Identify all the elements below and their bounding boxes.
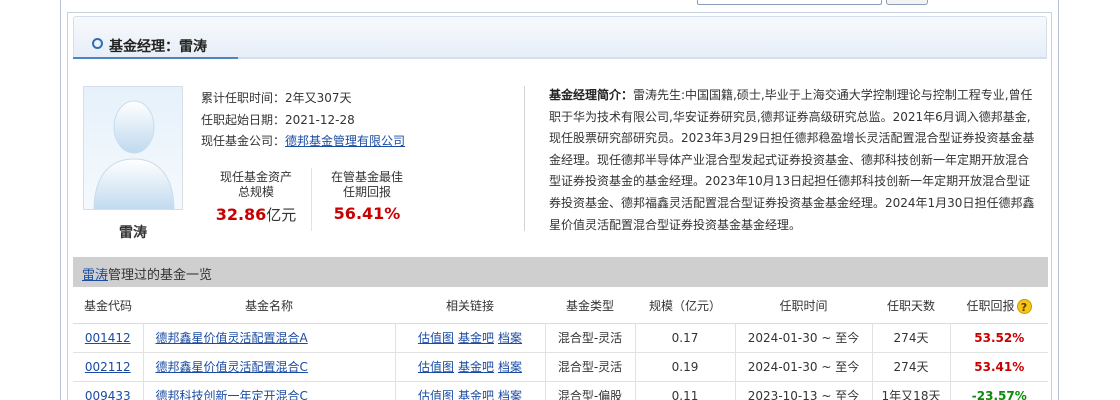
- fund-list-title-suffix: 管理过的基金一览: [108, 268, 213, 283]
- manager-bio: 基金经理简介：雷涛先生:中国国籍,硕士,毕业于上海交通大学控制理论与控制工程专业…: [549, 85, 1039, 236]
- question-help-icon[interactable]: ?: [1016, 299, 1032, 315]
- fund-name-cell: 德邦鑫星价值灵活配置混合A: [143, 323, 396, 353]
- fund-size-cell: 0.19: [635, 352, 736, 382]
- tenure-return-value: 53.41%: [974, 359, 1025, 374]
- fund-forum-link[interactable]: 基金吧: [458, 360, 494, 374]
- best-return-value: 56.41%: [333, 204, 401, 223]
- manager-panel: 基金经理：雷涛 雷涛 累计任职时间：2年又307天 任职起始日期：2021-12…: [67, 12, 1052, 400]
- search-input[interactable]: [697, 0, 882, 5]
- assets-number: 32.86: [215, 205, 267, 224]
- col-header-days[interactable]: 任职天数: [872, 289, 950, 324]
- table-row: 009433 德邦科技创新一年定开混合C 估值图 基金吧 档案 混合型-偏股 0.1…: [73, 381, 1048, 400]
- assets-value: 32.86亿元: [206, 204, 306, 225]
- fund-name-link[interactable]: 德邦科技创新一年定开混合C: [156, 389, 308, 400]
- col-header-type[interactable]: 基金类型: [545, 289, 635, 324]
- fund-profile-link[interactable]: 档案: [498, 331, 522, 345]
- tenure-return-cell: 53.52%: [950, 323, 1048, 353]
- fund-forum-link[interactable]: 基金吧: [458, 389, 494, 400]
- tenure-return-value: 53.52%: [974, 330, 1025, 345]
- fund-list-title: 雷涛管理过的基金一览: [82, 264, 212, 283]
- company-link[interactable]: 德邦基金管理有限公司: [285, 134, 405, 148]
- fund-name-cell: 德邦鑫星价值灵活配置混合C: [143, 352, 396, 382]
- fund-code-cell: 001412: [73, 323, 144, 353]
- panel-header: 基金经理：雷涛: [73, 16, 1047, 58]
- user-silhouette-icon: [93, 100, 175, 209]
- fund-type-cell: 混合型-灵活: [545, 352, 636, 382]
- table-row: 002112 德邦鑫星价值灵活配置混合C 估值图 基金吧 档案 混合型-灵活 0.1…: [73, 352, 1048, 382]
- fund-code-link[interactable]: 002112: [85, 360, 131, 374]
- manager-name-link[interactable]: 雷涛: [82, 268, 108, 283]
- col-header-size[interactable]: 规模（亿元）: [635, 289, 735, 324]
- related-links-cell: 估值图 基金吧 档案: [395, 381, 546, 400]
- tenure-days-cell: 274天: [872, 323, 951, 353]
- fund-code-link[interactable]: 001412: [85, 331, 131, 345]
- col-header-name[interactable]: 基金名称: [143, 289, 395, 324]
- fund-code-cell: 002112: [73, 352, 144, 382]
- manager-name: 雷涛: [119, 225, 147, 241]
- avatar: [83, 86, 183, 210]
- assets-label-line1: 现任基金资产: [219, 170, 292, 184]
- col-header-links: 相关链接: [395, 289, 545, 324]
- assets-label-line2: 总规模: [237, 185, 274, 199]
- valuation-chart-link[interactable]: 估值图: [418, 389, 454, 400]
- valuation-chart-link[interactable]: 估值图: [418, 360, 454, 374]
- frame-right-border: [1058, 0, 1059, 400]
- valuation-chart-link[interactable]: 估值图: [418, 331, 454, 345]
- company-label: 现任基金公司：: [201, 134, 286, 148]
- vertical-divider: [524, 86, 525, 231]
- tenure-return-cell: 53.41%: [950, 352, 1048, 382]
- tenure-total-label: 累计任职时间：: [201, 91, 286, 105]
- assets-unit: 亿元: [266, 206, 297, 224]
- fund-list-header: 雷涛管理过的基金一览: [73, 257, 1048, 287]
- best-return-label-line2: 任期回报: [342, 185, 391, 199]
- tenure-period-cell: 2024-01-30 ~ 至今: [735, 323, 873, 353]
- bio-text: 雷涛先生:中国国籍,硕士,毕业于上海交通大学控制理论与控制工程专业,曾任职于华为…: [549, 88, 1035, 232]
- fund-profile-link[interactable]: 档案: [498, 389, 522, 400]
- tenure-return-value: -23.57%: [971, 388, 1027, 400]
- stat-divider: [311, 168, 312, 231]
- bio-label: 基金经理简介：: [549, 88, 634, 102]
- fund-forum-link[interactable]: 基金吧: [458, 331, 494, 345]
- start-date: 任职起始日期：2021-12-28: [201, 111, 355, 128]
- fund-type-cell: 混合型-偏股: [545, 381, 636, 400]
- col-header-return[interactable]: 任职回报?: [950, 289, 1048, 324]
- best-return-label: 在管基金最佳 任期回报: [317, 170, 417, 200]
- header-underline-accent: [73, 57, 238, 59]
- start-date-label: 任职起始日期：: [201, 113, 286, 127]
- fund-profile-link[interactable]: 档案: [498, 360, 522, 374]
- related-links-cell: 估值图 基金吧 档案: [395, 352, 546, 382]
- start-date-value: 2021-12-28: [285, 113, 355, 127]
- tenure-period-cell: 2023-10-13 ~ 至今: [735, 381, 873, 400]
- tenure-days-cell: 1年又18天: [872, 381, 951, 400]
- frame-left-border: [60, 0, 61, 400]
- fund-size-cell: 0.17: [635, 323, 736, 353]
- col-header-code[interactable]: 基金代码: [73, 289, 143, 324]
- fund-name-link[interactable]: 德邦鑫星价值灵活配置混合A: [156, 331, 308, 345]
- fund-table: 基金代码 基金名称 相关链接 基金类型 规模（亿元） 任职时间 任职天数 任职回…: [73, 289, 1048, 400]
- tenure-total: 累计任职时间：2年又307天: [201, 89, 352, 106]
- col-header-return-label[interactable]: 任职回报: [966, 299, 1014, 313]
- assets-label: 现任基金资产 总规模: [206, 170, 306, 200]
- fund-code-link[interactable]: 009433: [85, 389, 131, 400]
- fund-type-cell: 混合型-灵活: [545, 323, 636, 353]
- table-row: 001412 德邦鑫星价值灵活配置混合A 估值图 基金吧 档案 混合型-灵活 0.1…: [73, 323, 1048, 353]
- tenure-total-value: 2年又307天: [285, 91, 352, 105]
- related-links-cell: 估值图 基金吧 档案: [395, 323, 546, 353]
- current-company: 现任基金公司：德邦基金管理有限公司: [201, 132, 405, 149]
- fund-name-link[interactable]: 德邦鑫星价值灵活配置混合C: [156, 360, 308, 374]
- tenure-period-cell: 2024-01-30 ~ 至今: [735, 352, 873, 382]
- panel-title: 基金经理：雷涛: [109, 39, 207, 55]
- best-return-label-line1: 在管基金最佳: [330, 170, 403, 184]
- fund-name-cell: 德邦科技创新一年定开混合C: [143, 381, 396, 400]
- page: 基金经理：雷涛 雷涛 累计任职时间：2年又307天 任职起始日期：2021-12…: [0, 0, 1120, 400]
- circle-bullet-icon: [92, 38, 103, 49]
- search-button[interactable]: [886, 0, 928, 5]
- tenure-return-cell: -23.57%: [950, 381, 1048, 400]
- tenure-days-cell: 274天: [872, 352, 951, 382]
- fund-size-cell: 0.11: [635, 381, 736, 400]
- table-header-row: 基金代码 基金名称 相关链接 基金类型 规模（亿元） 任职时间 任职天数 任职回…: [73, 289, 1048, 324]
- fund-code-cell: 009433: [73, 381, 144, 400]
- col-header-period[interactable]: 任职时间: [735, 289, 872, 324]
